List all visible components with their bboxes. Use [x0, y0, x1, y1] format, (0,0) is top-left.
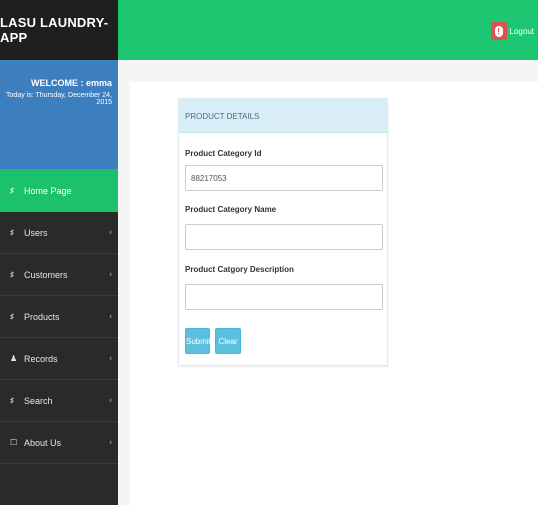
alert-icon: !	[490, 22, 507, 40]
sidebar-item-records[interactable]: ♟ Records ‹	[0, 338, 118, 380]
category-id-field[interactable]	[185, 165, 383, 191]
sidebar-item-label: Customers	[24, 269, 68, 280]
app-brand[interactable]: LASU LAUNDRY-APP	[0, 0, 118, 60]
sidebar-item-label: Search	[24, 395, 53, 406]
welcome-panel: WELCOME : emma Today is: Thursday, Decem…	[0, 60, 118, 169]
clear-button[interactable]: Clear	[215, 328, 241, 354]
category-id-label: Product Category Id	[185, 149, 262, 158]
records-icon: ♟	[10, 354, 18, 363]
top-bar: ! Logout	[118, 0, 538, 60]
sidebar-item-users[interactable]: ♯ Users ‹	[0, 212, 118, 254]
sidebar-item-products[interactable]: ♯ Products ‹	[0, 296, 118, 338]
sidebar-item-customers[interactable]: ♯ Customers ‹	[0, 254, 118, 296]
chevron-left-icon: ‹	[109, 227, 112, 237]
home-icon: ♯	[10, 186, 14, 195]
users-icon: ♯	[10, 228, 14, 237]
sidebar-item-label: Home Page	[24, 185, 72, 196]
chevron-left-icon: ‹	[109, 353, 112, 363]
sidebar-item-label: About Us	[24, 437, 62, 448]
chevron-left-icon: ‹	[109, 437, 112, 447]
products-icon: ♯	[10, 312, 14, 321]
panel-body: Product Category Id Product Category Nam…	[179, 149, 387, 310]
category-name-label: Product Category Name	[185, 205, 277, 214]
product-details-panel: PRODUCT DETAILS Product Category Id Prod…	[178, 98, 388, 366]
sidebar-item-label: Products	[24, 311, 60, 322]
sidebar-item-label: Users	[24, 227, 48, 238]
sidebar-item-search[interactable]: ♯ Search ‹	[0, 380, 118, 422]
category-description-label: Product Catgory Description	[185, 265, 294, 274]
search-icon: ♯	[10, 396, 14, 405]
submit-button[interactable]: Submit	[185, 328, 211, 354]
alert-glyph: !	[494, 25, 503, 37]
category-description-field[interactable]	[185, 284, 383, 310]
sidebar-item-about-us[interactable]: ☐ About Us ‹	[0, 422, 118, 464]
category-name-field[interactable]	[185, 224, 383, 250]
chevron-left-icon: ‹	[109, 269, 112, 279]
about-icon: ☐	[10, 438, 18, 447]
sidebar-item-label: Records	[24, 353, 58, 364]
chevron-left-icon: ‹	[109, 395, 112, 405]
welcome-text: WELCOME : emma	[30, 78, 112, 88]
sidebar-nav: ♯ Home Page ♯ Users ‹ ♯ Customers ‹ ♯ Pr…	[0, 169, 118, 464]
sidebar: LASU LAUNDRY-APP WELCOME : emma Today is…	[0, 0, 118, 505]
sidebar-item-home-page[interactable]: ♯ Home Page	[0, 169, 118, 212]
customers-icon: ♯	[10, 270, 14, 279]
logout-label: Logout	[509, 26, 534, 36]
chevron-left-icon: ‹	[109, 311, 112, 321]
current-date: Today is: Thursday, December 24, 2015	[6, 92, 112, 106]
logout-button[interactable]: ! Logout	[490, 22, 534, 40]
panel-title: PRODUCT DETAILS	[179, 99, 387, 133]
